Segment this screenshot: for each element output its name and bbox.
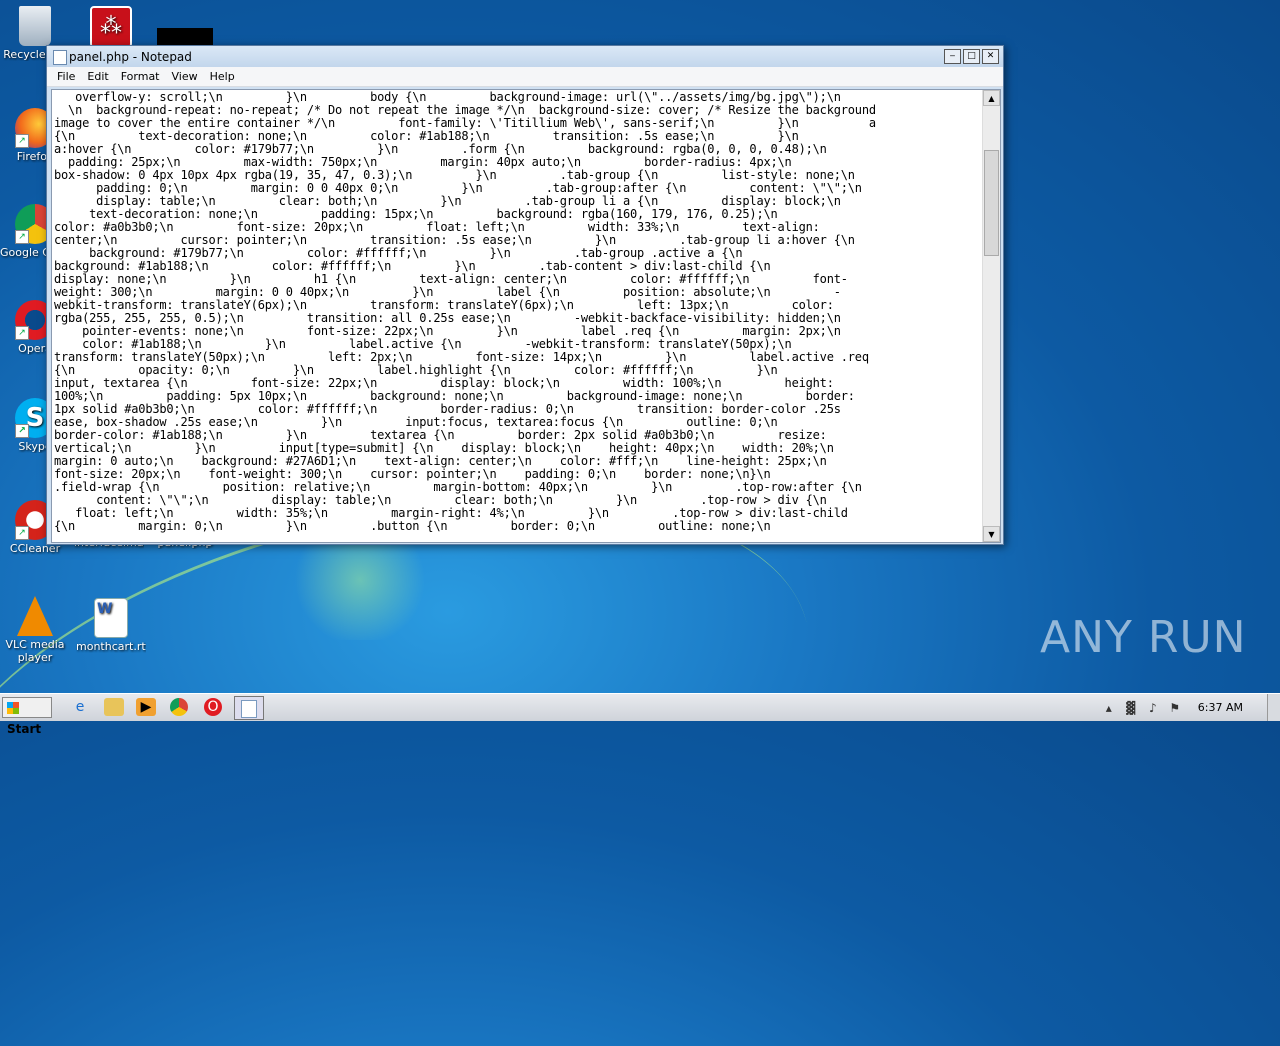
notepad-icon (53, 50, 67, 65)
volume-icon[interactable]: ♪ (1145, 700, 1161, 716)
pdf-icon: ⁂ (90, 6, 132, 48)
vlc-icon (17, 596, 53, 636)
windows-logo-icon (7, 702, 19, 714)
window-title: panel.php - Notepad (69, 50, 192, 64)
desktop-icon-label: monthcart.rtf (76, 640, 146, 653)
taskbar: Start e ▶ O ▴ ▓ ♪ ⚑ 6:37 AM (0, 693, 1280, 736)
menu-bar: File Edit Format View Help (47, 67, 1003, 87)
desktop-icon-pdf[interactable]: ⁂ (76, 6, 146, 50)
word-document-icon: W (94, 598, 128, 638)
scroll-thumb[interactable] (984, 150, 999, 256)
minimize-button[interactable]: ‒ (944, 49, 961, 64)
opera-icon[interactable]: O (204, 698, 222, 716)
close-button[interactable]: ✕ (982, 49, 999, 64)
start-label: Start (7, 722, 42, 736)
desktop-icon-vlc[interactable]: VLC media player (0, 596, 70, 664)
menu-edit[interactable]: Edit (81, 70, 114, 83)
desktop-icon-monthcart[interactable]: W monthcart.rtf (76, 598, 146, 653)
explorer-icon[interactable] (104, 698, 124, 716)
menu-format[interactable]: Format (115, 70, 166, 83)
action-center-flag-icon[interactable]: ⚑ (1167, 700, 1183, 716)
notepad-taskbar-button[interactable] (234, 696, 264, 720)
vertical-scrollbar[interactable]: ▲ ▼ (982, 90, 1000, 542)
menu-file[interactable]: File (51, 70, 81, 83)
scroll-up-icon[interactable]: ▲ (983, 90, 1000, 106)
chrome-icon[interactable] (170, 698, 188, 716)
menu-view[interactable]: View (166, 70, 204, 83)
system-tray: ▴ ▓ ♪ ⚑ 6:37 AM (1098, 694, 1280, 721)
notepad-icon (241, 700, 257, 718)
scroll-down-icon[interactable]: ▼ (983, 526, 1000, 542)
black-file-icon (157, 28, 213, 46)
title-bar[interactable]: panel.php - Notepad ‒ □ ✕ (47, 46, 1003, 67)
editor-content[interactable]: overflow-y: scroll;\n }\n body {\n backg… (54, 91, 982, 533)
notepad-window[interactable]: panel.php - Notepad ‒ □ ✕ File Edit Form… (46, 45, 1004, 545)
shortcut-arrow-icon: ↗ (15, 134, 29, 148)
text-editor[interactable]: overflow-y: scroll;\n }\n body {\n backg… (51, 89, 1001, 543)
show-hidden-icons-icon[interactable]: ▴ (1101, 700, 1117, 716)
editor-line: {\n margin: 0;\n }\n .button {\n border:… (54, 519, 771, 533)
recycle-bin-icon (19, 6, 51, 46)
anyrun-watermark: ANY RUN (1040, 612, 1247, 663)
start-button[interactable]: Start (2, 697, 52, 736)
desktop-icon-label: VLC media player (5, 638, 65, 664)
ie-icon[interactable]: e (70, 698, 90, 716)
network-icon[interactable]: ▓ (1123, 700, 1139, 716)
maximize-button[interactable]: □ (963, 49, 980, 64)
menu-help[interactable]: Help (204, 70, 241, 83)
shortcut-arrow-icon: ↗ (15, 526, 29, 540)
show-desktop-button[interactable] (1267, 694, 1280, 721)
shortcut-arrow-icon: ↗ (15, 424, 29, 438)
media-player-icon[interactable]: ▶ (136, 698, 156, 716)
shortcut-arrow-icon: ↗ (15, 230, 29, 244)
shortcut-arrow-icon: ↗ (15, 326, 29, 340)
clock[interactable]: 6:37 AM (1198, 701, 1243, 714)
